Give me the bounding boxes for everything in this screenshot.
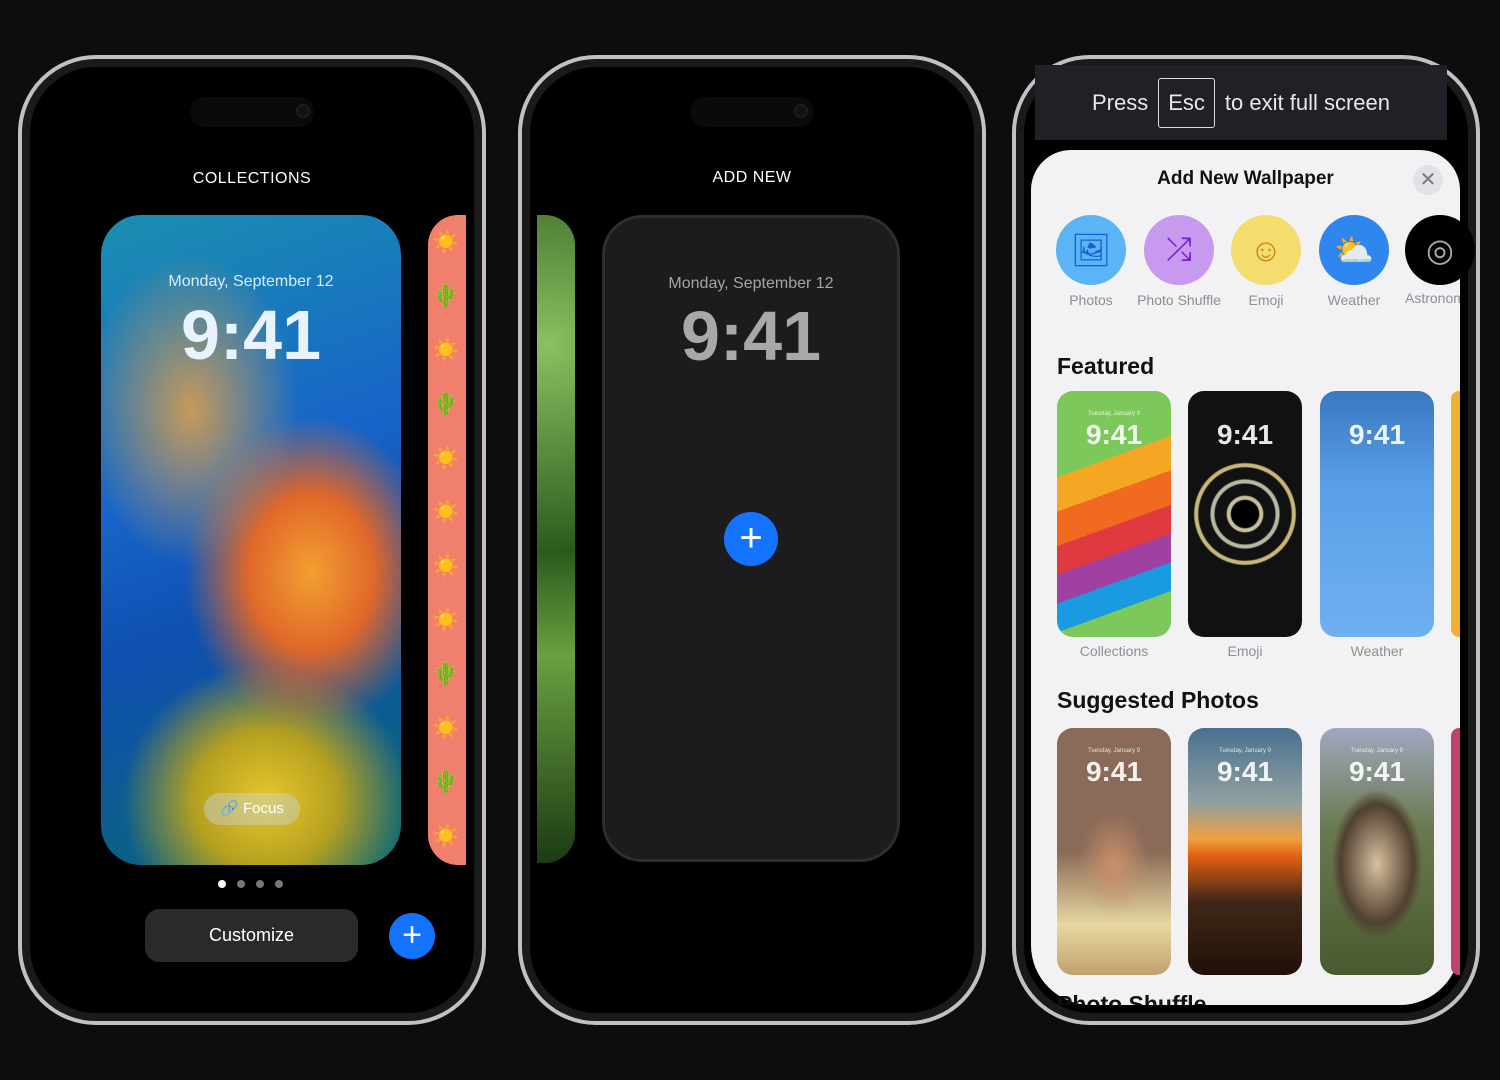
camera xyxy=(794,104,808,118)
add-new-button[interactable]: + xyxy=(724,512,778,566)
card-date: Tuesday, January 9 xyxy=(1218,748,1272,754)
featured-label: Weather xyxy=(1350,643,1404,659)
next-wallpaper-peek[interactable]: ☀️ 🌵 ☀️ 🌵 ☀️ ☀️ ☀️ ☀️ 🌵 ☀️ 🌵 ☀️ xyxy=(428,215,466,865)
shuffle-icon: ⤮ xyxy=(1166,231,1192,267)
card-time: 9:41 xyxy=(1216,756,1274,787)
weather-icon: ⛅ xyxy=(1334,232,1374,268)
suggested-photo[interactable]: Tuesday, January 9 9:41 xyxy=(1320,728,1434,975)
emoji-icon: ☺ xyxy=(1249,231,1283,268)
suggested-peek[interactable] xyxy=(1451,728,1460,975)
category-weather[interactable]: ⛅ xyxy=(1319,215,1389,285)
photo-shuffle-heading: Photo Shuffle xyxy=(1057,991,1207,1005)
page-dot[interactable] xyxy=(237,880,245,888)
featured-label: Emoji xyxy=(1227,643,1263,659)
fullscreen-banner: Press Esc to exit full screen xyxy=(1035,65,1447,140)
page-dot[interactable] xyxy=(218,880,226,888)
category-label: Emoji xyxy=(1248,292,1284,308)
card-time: 9:41 xyxy=(1348,756,1406,787)
focus-label: Focus xyxy=(243,800,284,817)
category-label: Photos xyxy=(1069,292,1113,308)
close-button[interactable]: ✕ xyxy=(1413,165,1443,195)
sheet-title: Add New Wallpaper xyxy=(1157,168,1334,189)
lock-time: 9:41 xyxy=(680,297,822,375)
lock-date: Monday, September 12 xyxy=(668,275,834,292)
featured-label: Collections xyxy=(1079,643,1149,659)
page-dot[interactable] xyxy=(256,880,264,888)
wallpaper-preview[interactable]: Monday, September 12 9:41 🔗 Focus xyxy=(101,215,401,865)
page-indicator[interactable] xyxy=(218,880,283,888)
plus-icon: + xyxy=(402,916,422,954)
card-time: 9:41 xyxy=(1216,419,1274,450)
banner-text: to exit full screen xyxy=(1224,89,1390,115)
featured-emoji[interactable]: 9:41 xyxy=(1188,391,1302,637)
plus-icon: + xyxy=(739,516,763,560)
lock-date: Monday, September 12 xyxy=(168,273,334,290)
add-wallpaper-button[interactable]: + xyxy=(389,913,435,959)
card-time: 9:41 xyxy=(1348,419,1406,450)
card-date: Tuesday, January 9 xyxy=(1087,748,1141,754)
esc-key: Esc xyxy=(1158,77,1215,128)
suggested-photo[interactable]: Tuesday, January 9 9:41 xyxy=(1057,728,1171,975)
card-date: Tuesday, January 9 xyxy=(1087,411,1141,417)
photos-icon: 🖼 xyxy=(1070,232,1112,268)
banner-text: Press xyxy=(1091,89,1149,115)
category-photos[interactable]: 🖼 xyxy=(1056,215,1126,285)
category-label: Photo Shuffle xyxy=(1137,292,1221,308)
featured-weather[interactable]: 9:41 xyxy=(1320,391,1434,637)
screen-title: ADD NEW xyxy=(712,169,792,186)
camera xyxy=(296,104,310,118)
card-time: 9:41 xyxy=(1085,756,1143,787)
featured-collections[interactable]: Tuesday, January 9 9:41 xyxy=(1057,391,1171,637)
close-icon: ✕ xyxy=(1419,169,1437,191)
category-label: Weather xyxy=(1327,292,1381,308)
screen-title: COLLECTIONS xyxy=(192,170,312,187)
lock-time: 9:41 xyxy=(180,296,322,374)
featured-heading: Featured xyxy=(1057,353,1155,379)
card-time: 9:41 xyxy=(1085,419,1143,450)
suggested-heading: Suggested Photos xyxy=(1057,687,1259,713)
featured-peek[interactable] xyxy=(1451,391,1460,637)
category-label: Astronomy xyxy=(1405,290,1460,306)
prev-wallpaper-peek[interactable] xyxy=(537,215,575,863)
suggested-photo[interactable]: Tuesday, January 9 9:41 xyxy=(1188,728,1302,975)
customize-button[interactable]: Customize xyxy=(145,909,358,962)
category-emoji[interactable]: ☺ xyxy=(1231,215,1301,285)
astronomy-icon: ◎ xyxy=(1426,232,1454,268)
card-date: Tuesday, January 9 xyxy=(1350,748,1404,754)
page-dot[interactable] xyxy=(275,880,283,888)
category-astronomy[interactable]: ◎ xyxy=(1405,215,1475,285)
link-icon: 🔗 xyxy=(220,800,243,817)
category-photo-shuffle[interactable]: ⤮ xyxy=(1144,215,1214,285)
focus-button[interactable]: 🔗 Focus xyxy=(204,793,300,825)
